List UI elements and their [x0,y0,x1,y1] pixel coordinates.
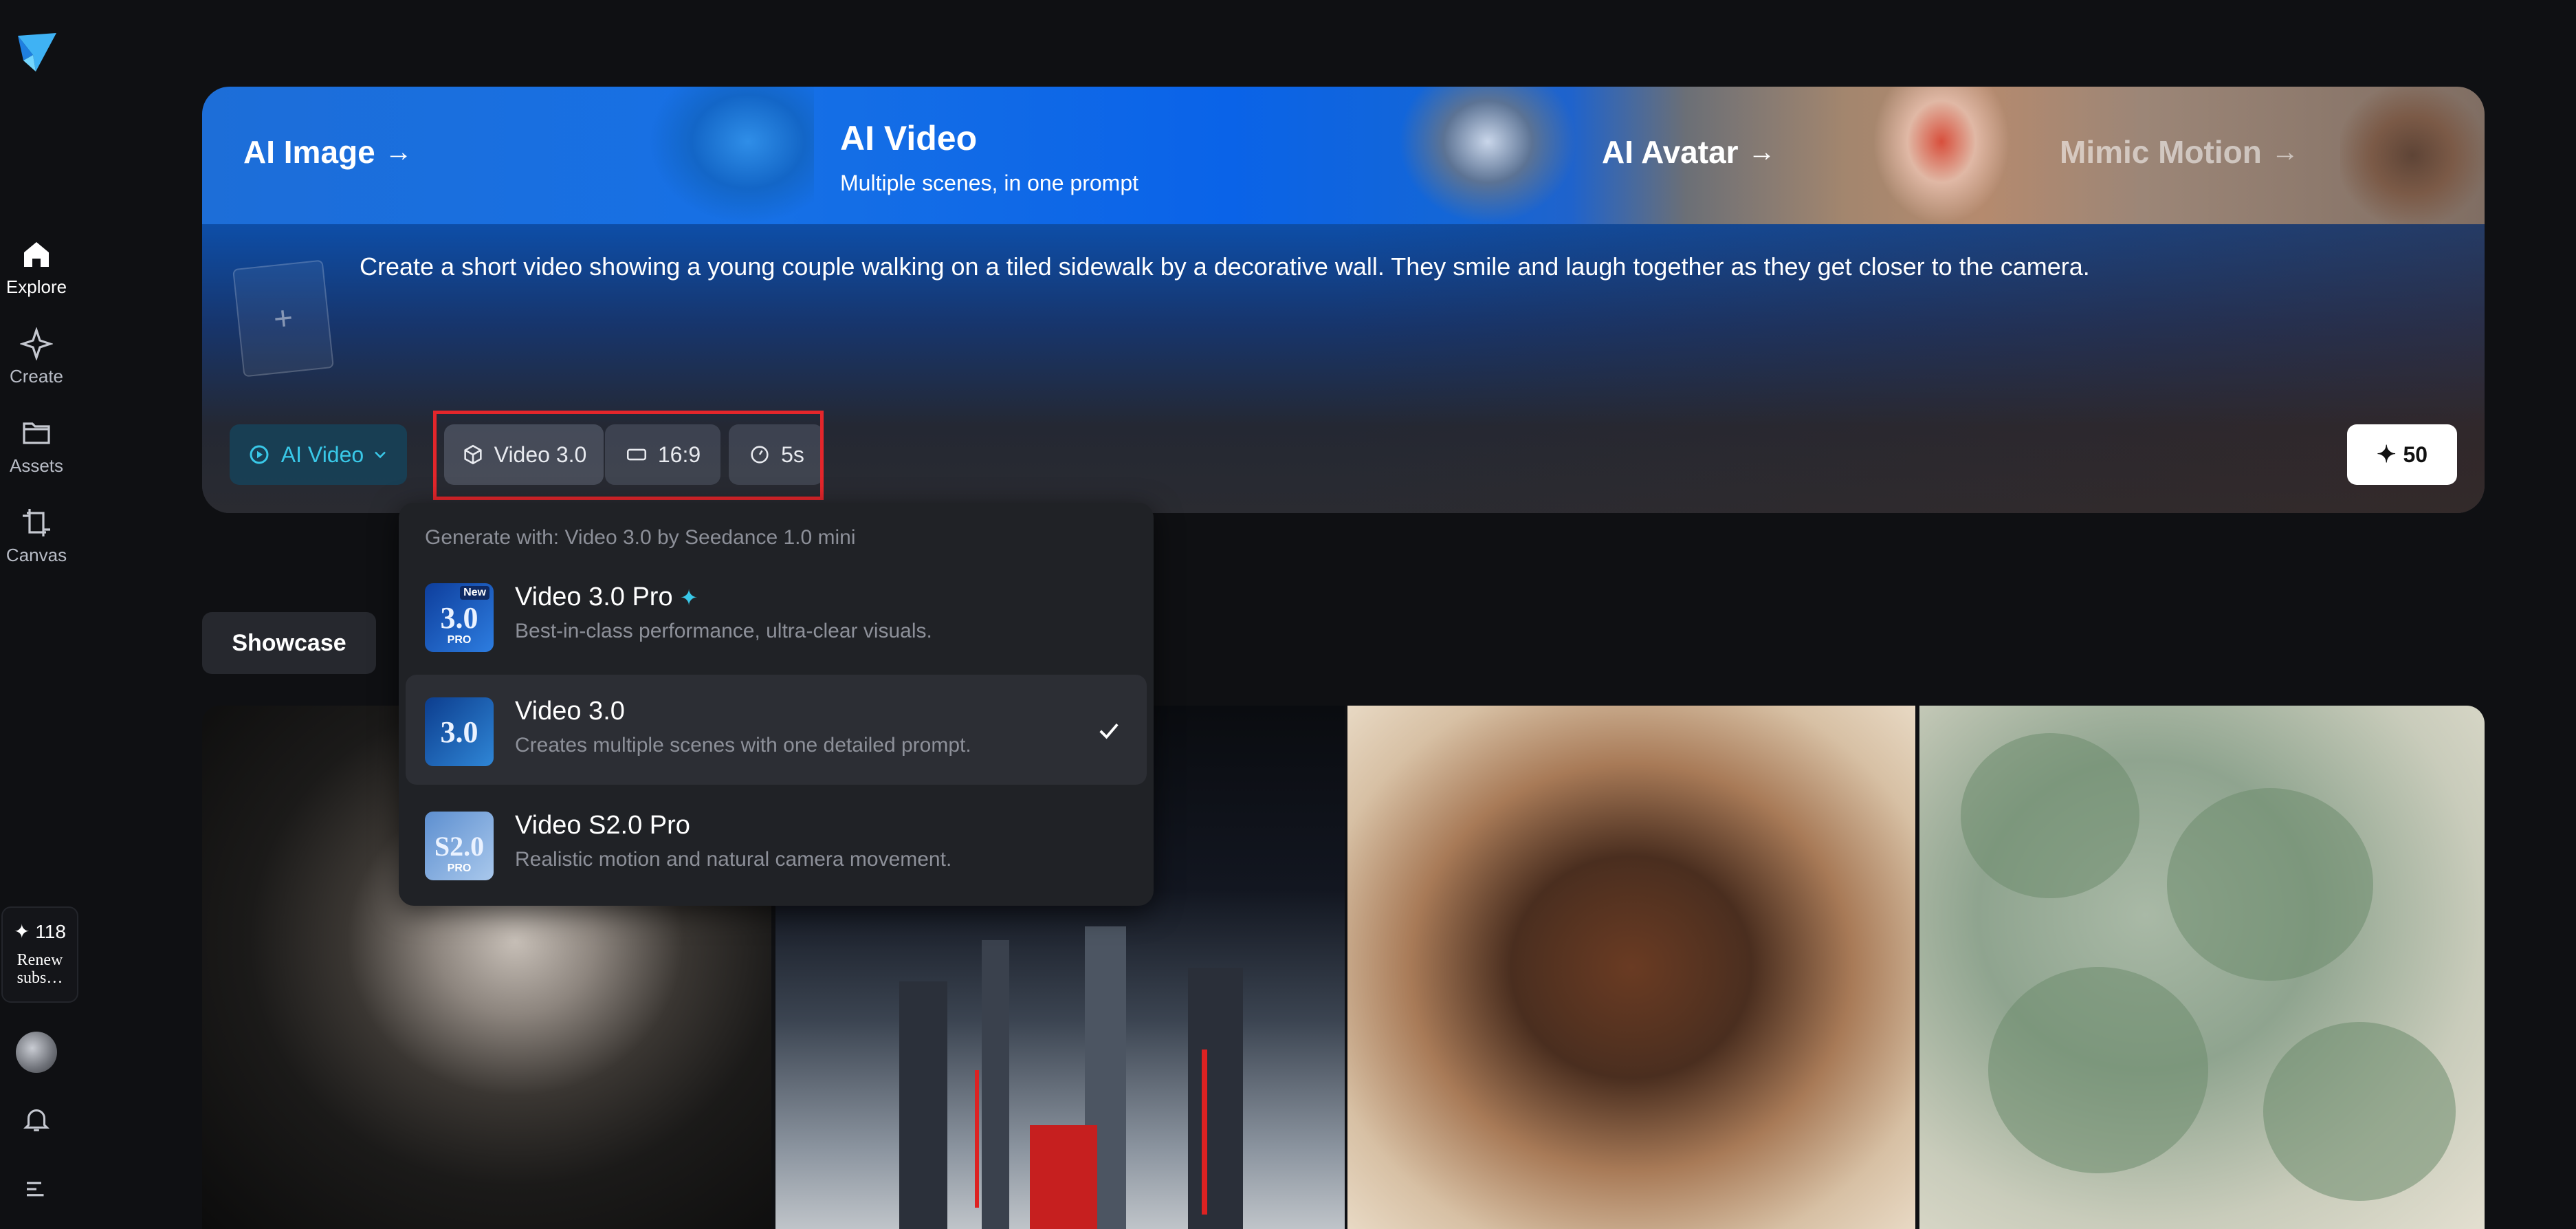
annotation-highlight-box [433,411,824,500]
model-title: Video S2.0 Pro [515,811,690,840]
arrow-right-icon: → [2271,136,2299,167]
tab-subtitle: Multiple scenes, in one prompt [840,171,1138,195]
tab-label: AI Video [840,119,978,157]
renew-subscription-link[interactable]: Renew subs… [3,951,77,987]
tab-label: AI Avatar [1602,134,1739,170]
pro-badge: PRO [447,862,472,874]
arrow-right-icon: → [384,136,412,167]
gallery-item-cartoon-girl[interactable] [1347,706,1915,1229]
model-thumbnail: 3.0 [425,697,494,766]
home-icon [24,242,49,267]
mimic-motion-artwork [2340,87,2485,224]
dropdown-heading: Generate with: Video 3.0 by Seedance 1.0… [425,526,856,549]
model-option-video-3[interactable]: 3.0 Video 3.0 Creates multiple scenes wi… [406,675,1147,785]
generate-cost: 50 [2403,442,2428,467]
pro-badge: PRO [447,634,472,646]
crop-icon [23,509,50,536]
folder-icon [23,422,50,444]
prompt-input[interactable]: Create a short video showing a young cou… [360,250,2353,283]
model-option-video-s2-pro[interactable]: S2.0 PRO Video S2.0 Pro Realistic motion… [406,789,1147,899]
left-sidebar: Explore Create Assets Canvas ✦ 118 Renew… [0,0,78,1229]
tab-ai-image[interactable]: AI Image → [243,133,412,171]
mode-selector[interactable]: AI Video [230,424,407,485]
showcase-tab[interactable]: Showcase [202,612,376,674]
model-description: Realistic motion and natural camera move… [515,848,952,871]
sidebar-item-label: Explore [5,276,67,297]
ai-avatar-artwork [1873,87,2010,224]
model-thumbnail: 3.0 New PRO [425,583,494,652]
sidebar-item-explore[interactable]: Explore [0,238,73,298]
credits-widget[interactable]: ✦ 118 Renew subs… [1,906,78,1003]
app-logo[interactable] [15,29,58,74]
model-description: Creates multiple scenes with one detaile… [515,734,971,757]
model-title: Video 3.0 [515,697,625,726]
tab-ai-avatar[interactable]: AI Avatar → [1602,133,1776,171]
menu-icon[interactable] [22,1175,51,1204]
sidebar-item-canvas[interactable]: Canvas [0,506,73,566]
upload-image-button[interactable]: + [232,259,334,378]
sidebar-item-label: Create [9,366,64,387]
sidebar-item-label: Assets [9,455,64,476]
ai-image-artwork [649,87,814,224]
model-option-video-3-pro[interactable]: 3.0 New PRO Video 3.0 Pro ✦ Best-in-class… [406,561,1147,671]
video-play-icon [250,445,269,464]
tab-mimic-motion[interactable]: Mimic Motion → [2060,133,2299,171]
bell-icon[interactable] [21,1104,52,1135]
mode-label: AI Video [280,442,364,467]
model-dropdown: Generate with: Video 3.0 by Seedance 1.0… [399,503,1154,906]
ai-video-artwork [1398,87,1577,224]
credits-count: ✦ 118 [14,921,66,942]
generate-button[interactable]: ✦ 50 [2347,424,2457,485]
model-thumbnail: S2.0 PRO [425,812,494,880]
arrow-right-icon: → [1748,136,1776,167]
new-badge: New [460,586,489,600]
gallery-item-lotus-painting[interactable] [1919,706,2485,1229]
avatar[interactable] [16,1032,57,1073]
sidebar-item-create[interactable]: Create [0,327,73,387]
model-description: Best-in-class performance, ultra-clear v… [515,620,932,642]
tab-ai-video[interactable]: AI Video Multiple scenes, in one prompt [840,118,1138,196]
chevron-down-icon [375,451,386,459]
sparkle-icon: ✦ [2376,442,2397,468]
sidebar-item-assets[interactable]: Assets [0,417,73,477]
plus-icon: + [272,299,295,338]
tab-label: AI Image [243,134,375,170]
sidebar-item-label: Canvas [5,545,67,565]
tab-label: Mimic Motion [2060,134,2262,170]
model-title: Video 3.0 Pro [515,583,673,611]
check-icon [1099,723,1119,739]
product-tabs: AI Image → AI Video Multiple scenes, in … [202,87,2485,224]
sparkle-icon: ✦ [679,585,698,610]
sparkle-icon [20,327,53,360]
